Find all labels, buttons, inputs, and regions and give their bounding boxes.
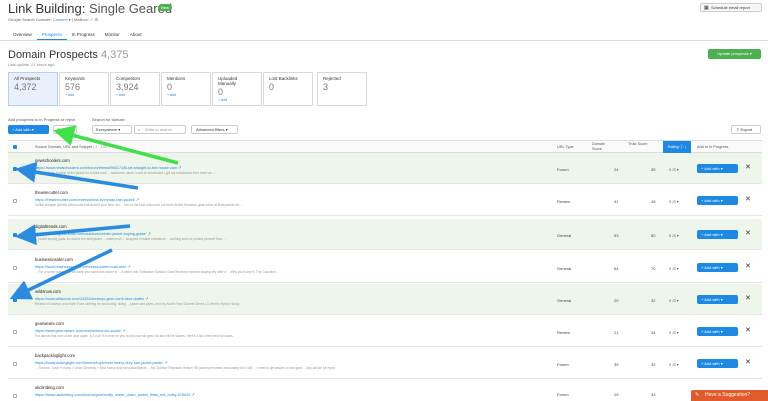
add-uploaded-link[interactable]: + Add — [218, 98, 256, 102]
row-checkbox[interactable] — [13, 167, 17, 171]
select-all-checkbox[interactable] — [13, 145, 17, 149]
table-row[interactable]: thewirecutter.com https://thewirecutter.… — [8, 185, 762, 216]
search-scope-select[interactable]: Everywhere ▾ — [92, 125, 132, 134]
tab-about[interactable]: About — [125, 30, 147, 40]
rating-select[interactable]: 5 /5 ▾ — [669, 266, 679, 271]
row-reject-icon[interactable]: ✕ — [745, 163, 751, 171]
rating-select[interactable]: 5 /5 ▾ — [669, 330, 679, 335]
table-row[interactable]: gearweare.com https://www.gear-weare.com… — [8, 316, 762, 347]
row-add-with-button[interactable]: + Add with ▾ — [697, 359, 738, 368]
search-icon: ⌕ — [138, 127, 141, 132]
col-url-type[interactable]: URL Type — [557, 141, 574, 153]
row-checkbox[interactable] — [13, 330, 17, 334]
row-checkbox[interactable] — [13, 298, 17, 302]
row-add-with-button[interactable]: + Add with ▾ — [697, 230, 738, 239]
bulk-reject-button[interactable]: ✕ Reject — [53, 125, 77, 134]
search-input[interactable]: ⌕ Write to search — [134, 125, 186, 134]
rating-select[interactable]: 5 /5 ▾ — [669, 167, 679, 172]
tab-overview[interactable]: Overview — [8, 30, 37, 40]
table-row[interactable]: wildsnow.com https://www.wildsnow.com/24… — [8, 284, 762, 315]
row-reject-icon[interactable]: ✕ — [745, 294, 751, 302]
tab-prospects[interactable]: Prospects — [36, 30, 67, 40]
card-uploaded-manually[interactable]: Uploaded Manually 0 + Add — [212, 72, 262, 106]
row-url-link[interactable]: https://www.gear-weare.com/review/best-s… — [35, 328, 125, 333]
table-header: Source Domain, URL and Snippet | 1 - 100… — [8, 140, 762, 153]
col-trust-score[interactable]: Trust Score — [628, 142, 648, 147]
rating-select[interactable]: 5 /5 ▾ — [669, 362, 679, 367]
calendar-icon: ▦ — [704, 5, 709, 11]
row-url-link[interactable]: https://www.ukclimbing.com/forums/gear/r… — [35, 392, 195, 397]
row-checkbox[interactable] — [13, 233, 17, 237]
page-title: Link Building: Single Geared — [8, 1, 173, 16]
card-competitors[interactable]: Competitors 3,924 + Add — [110, 72, 160, 106]
row-url-link[interactable]: https://www.newschoolers.com/forum/threa… — [35, 165, 181, 170]
card-keywords[interactable]: Keywords 576 + Add — [59, 72, 109, 106]
row-url-link[interactable]: https://www.businessinsider.com/best-win… — [35, 264, 131, 269]
suggestion-button[interactable]: ✎ Have a Suggestion? — [691, 390, 768, 401]
chat-icon: ✎ — [695, 392, 700, 398]
row-checkbox[interactable] — [13, 199, 17, 203]
add-mentions-link[interactable]: + Add — [167, 93, 205, 97]
rating-select[interactable]: 5 /5 ▾ — [669, 199, 679, 204]
update-prospects-button[interactable]: Update prospects ▾ — [708, 49, 761, 59]
row-add-with-button[interactable]: + Add with ▾ — [697, 196, 738, 205]
row-checkbox[interactable] — [13, 266, 17, 270]
card-mentions[interactable]: Mentions 0 + Add — [161, 72, 211, 106]
new-badge: New — [158, 4, 173, 11]
row-checkbox[interactable] — [13, 394, 17, 398]
col-add-in-progress: Add to In Progress — [697, 145, 729, 149]
rating-select[interactable]: 5 /5 ▾ — [669, 233, 679, 238]
tab-in-progress[interactable]: In Progress — [67, 30, 100, 40]
row-add-with-button[interactable]: + Add with ▾ — [697, 295, 738, 304]
row-reject-icon[interactable]: ✕ — [745, 326, 751, 334]
row-url-link[interactable]: https://thewirecutter.com/reviews/best-e… — [35, 197, 139, 202]
row-reject-icon[interactable]: ✕ — [745, 229, 751, 237]
summary-cards: All Prospects 4,372 Keywords 576 + Add C… — [8, 72, 368, 106]
col-source: Source Domain, URL and Snippet | 1 - 100 — [35, 145, 107, 149]
schedule-email-report-button[interactable]: ▦ Schedule email report — [700, 3, 762, 12]
tab-bar: Overview Prospects In Progress Monitor A… — [8, 30, 147, 40]
table-row[interactable]: backpackinglight.com https://backpacking… — [8, 348, 762, 379]
table-row[interactable]: ukclimbing.com https://www.ukclimbing.co… — [8, 380, 762, 401]
page-header: Link Building: Single Geared New Google … — [0, 0, 768, 40]
export-icon: ⇪ — [736, 127, 740, 132]
advanced-filters-button[interactable]: Advanced filters ▾ — [191, 125, 238, 134]
row-reject-icon[interactable]: ✕ — [745, 262, 751, 270]
card-rejected[interactable]: Rejected 3 — [317, 72, 367, 106]
gear-icon[interactable]: ⚙ — [95, 17, 99, 22]
col-rating[interactable]: Rating ⓘ ↓ — [663, 141, 691, 153]
last-update: Last update: 21 hours ago — [8, 62, 55, 67]
rating-select[interactable]: 5 /5 ▾ — [669, 298, 679, 303]
section-title: Domain Prospects 4,375 — [8, 49, 129, 61]
row-add-with-button[interactable]: + Add with ▾ — [697, 327, 738, 336]
add-reject-label: Add prospects to In Progress or reject — [8, 117, 76, 122]
add-competitors-link[interactable]: + Add — [116, 93, 154, 97]
row-checkbox[interactable] — [13, 362, 17, 366]
bulk-add-with-button[interactable]: + Add with ▾ — [8, 125, 49, 134]
table-row[interactable]: digitaltrends.com https://www.digitaltre… — [8, 219, 762, 250]
card-lost-backlinks[interactable]: Lost Backlinks 0 — [263, 72, 313, 106]
add-keywords-link[interactable]: + Add — [65, 93, 103, 97]
header-divider — [0, 40, 768, 41]
card-all-prospects[interactable]: All Prospects 4,372 — [8, 72, 58, 106]
row-url-link[interactable]: https://backpackinglight.com/forums/topi… — [35, 360, 167, 365]
row-add-with-button[interactable]: + Add with ▾ — [697, 263, 738, 272]
row-url-link[interactable]: https://www.digitaltrends.com/outdoors/w… — [35, 231, 151, 236]
tab-monitor[interactable]: Monitor — [100, 30, 125, 40]
export-button[interactable]: ⇪ Export — [731, 125, 761, 134]
row-reject-icon[interactable]: ✕ — [745, 358, 751, 366]
row-url-link[interactable]: https://www.wildsnow.com/24324/arcteryx-… — [35, 296, 148, 301]
gsc-status: Google Search Console: Connect ▾ | Mailb… — [8, 17, 99, 22]
row-reject-icon[interactable]: ✕ — [745, 195, 751, 203]
table-row[interactable]: businessinsider.com https://www.business… — [8, 252, 762, 283]
mailbox-check-icon: ✓ — [90, 17, 94, 22]
row-add-with-button[interactable]: + Add with ▾ — [697, 164, 738, 173]
col-domain-score[interactable]: Domain Score — [592, 142, 614, 152]
gsc-connect-link[interactable]: Connect — [53, 17, 68, 22]
search-label: Search for domain — [92, 117, 125, 122]
table-row[interactable]: newschoolers.com https://www.newschooler… — [8, 153, 762, 184]
